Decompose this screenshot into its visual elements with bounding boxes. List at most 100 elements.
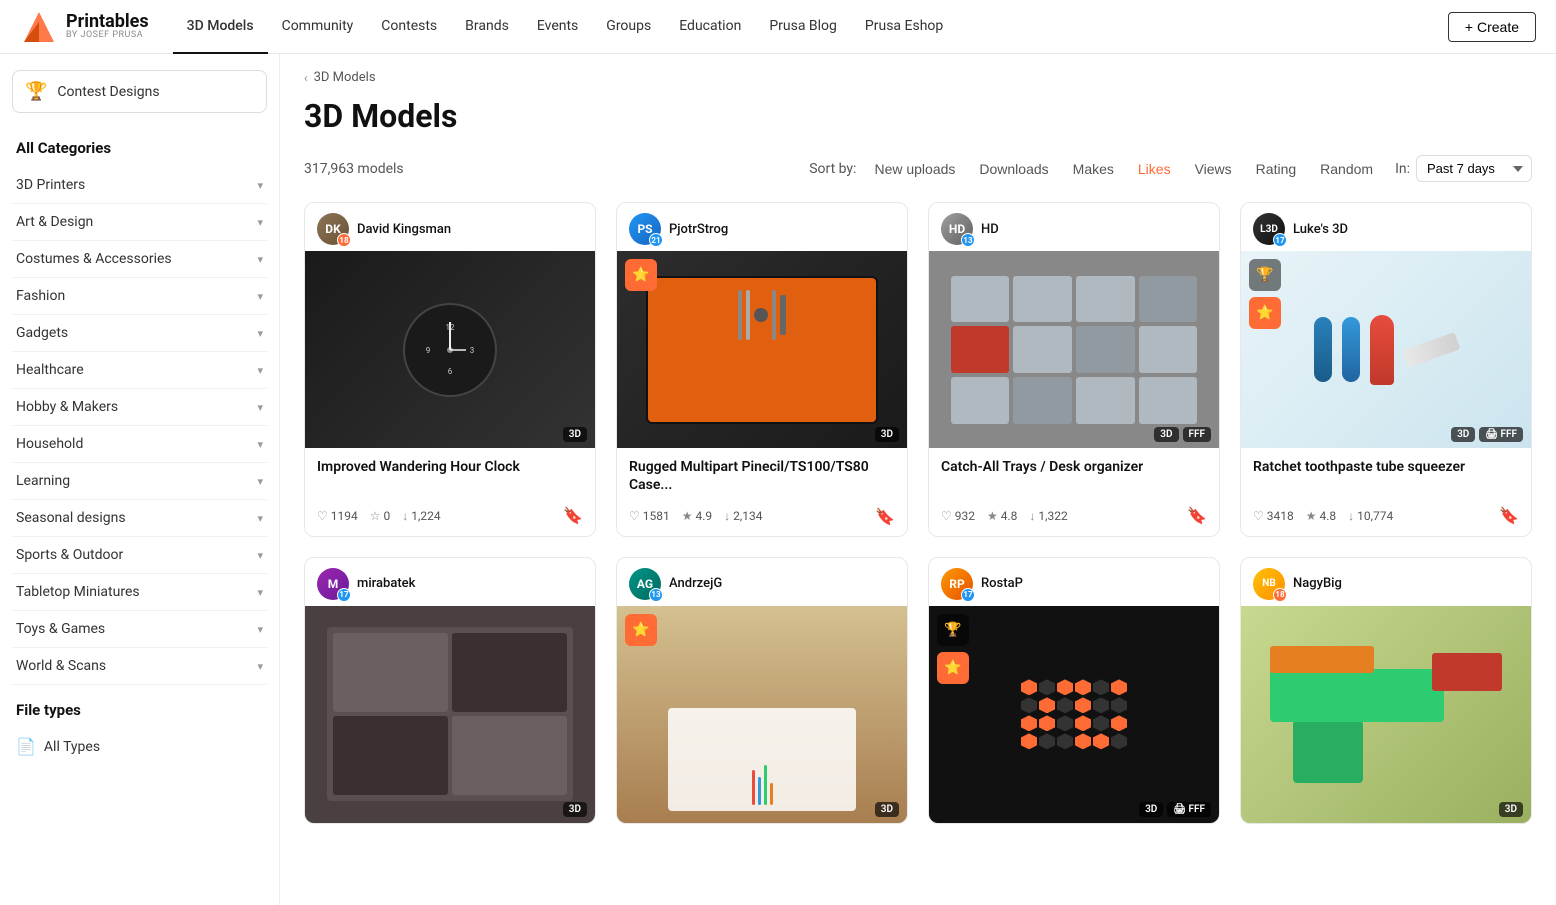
file-types-heading: File types <box>12 685 267 729</box>
model-card[interactable]: DK 18 David Kingsman 12 6 9 <box>304 202 596 537</box>
all-types-item[interactable]: 📄 All Types <box>12 729 267 764</box>
card-image: 12 6 9 3 3D <box>305 251 595 448</box>
model-card[interactable]: PS 21 PjotrStrog <box>616 202 908 537</box>
chevron-down-icon: ▾ <box>257 327 263 340</box>
category-label: Seasonal designs <box>16 510 126 526</box>
bookmark-button[interactable]: 🔖 <box>1499 506 1519 525</box>
star-icon: ★ <box>1306 509 1317 523</box>
breadcrumb[interactable]: ‹ 3D Models <box>304 70 1532 85</box>
category-sports[interactable]: Sports & Outdoor ▾ <box>12 537 267 574</box>
create-button[interactable]: + Create <box>1448 12 1536 42</box>
model-card[interactable]: RP 17 RostaP <box>928 557 1220 825</box>
card-header: AG 13 AndrzejG <box>617 558 907 606</box>
likes-stat: ♡1194 <box>317 509 358 523</box>
chevron-down-icon: ▾ <box>257 475 263 488</box>
sort-random[interactable]: Random <box>1310 157 1383 181</box>
card-title: Rugged Multipart Pinecil/TS100/TS80 Case… <box>629 458 895 494</box>
stars-stat: ☆0 <box>370 509 391 523</box>
category-household[interactable]: Household ▾ <box>12 426 267 463</box>
nav-item-contests[interactable]: Contests <box>367 0 451 54</box>
logo[interactable]: Printables BY JOSEF PRUSA <box>20 8 149 46</box>
avatar: M 17 <box>317 568 349 600</box>
avatar: PS 21 <box>629 213 661 245</box>
category-world[interactable]: World & Scans ▾ <box>12 648 267 685</box>
nav-item-prusaeshop[interactable]: Prusa Eshop <box>851 0 957 54</box>
category-fashion[interactable]: Fashion ▾ <box>12 278 267 315</box>
nav-item-groups[interactable]: Groups <box>592 0 665 54</box>
sort-likes[interactable]: Likes <box>1128 157 1181 181</box>
card-image: ⭐ 3D <box>617 606 907 824</box>
format-badge: 3D <box>875 802 899 817</box>
sort-rating[interactable]: Rating <box>1246 157 1306 181</box>
breadcrumb-link: 3D Models <box>314 70 376 85</box>
nav-item-events[interactable]: Events <box>523 0 592 54</box>
category-seasonal[interactable]: Seasonal designs ▾ <box>12 500 267 537</box>
nav-item-brands[interactable]: Brands <box>451 0 523 54</box>
nav-item-education[interactable]: Education <box>665 0 755 54</box>
category-artdesign[interactable]: Art & Design ▾ <box>12 204 267 241</box>
category-costumes[interactable]: Costumes & Accessories ▾ <box>12 241 267 278</box>
category-hobby[interactable]: Hobby & Makers ▾ <box>12 389 267 426</box>
format-badge: 3D <box>875 427 899 442</box>
chevron-down-icon: ▾ <box>257 549 263 562</box>
badge-row: 3D <box>563 802 587 817</box>
author-name: mirabatek <box>357 576 415 591</box>
category-tabletop[interactable]: Tabletop Miniatures ▾ <box>12 574 267 611</box>
nav-item-prusablog[interactable]: Prusa Blog <box>755 0 851 54</box>
card-body: Ratchet toothpaste tube squeezer <box>1241 448 1531 498</box>
card-body: Catch-All Trays / Desk organizer <box>929 448 1219 498</box>
main-content: ‹ 3D Models 3D Models 317,963 models Sor… <box>280 54 1556 905</box>
likes-stat: ♡1581 <box>629 509 670 523</box>
header-actions: + Create <box>1448 12 1536 42</box>
all-categories-heading: All Categories <box>12 133 267 167</box>
in-label: In: <box>1395 161 1410 177</box>
chevron-down-icon: ▾ <box>257 401 263 414</box>
logo-name: Printables <box>66 12 149 32</box>
category-gadgets[interactable]: Gadgets ▾ <box>12 315 267 352</box>
chevron-down-icon: ▾ <box>257 512 263 525</box>
category-label: Tabletop Miniatures <box>16 584 140 600</box>
sort-makes[interactable]: Makes <box>1063 157 1124 181</box>
sort-new-uploads[interactable]: New uploads <box>864 157 965 181</box>
contest-designs-link[interactable]: 🏆 Contest Designs <box>12 70 267 113</box>
model-card[interactable]: HD 13 HD <box>928 202 1220 537</box>
card-title: Catch-All Trays / Desk organizer <box>941 458 1207 494</box>
sort-options: New uploads Downloads Makes Likes Views … <box>864 157 1383 181</box>
category-label: Hobby & Makers <box>16 399 118 415</box>
format-badge-fff: 🖨 FFF <box>1167 802 1211 817</box>
category-toys[interactable]: Toys & Games ▾ <box>12 611 267 648</box>
card-stats: ♡932 ★4.8 ↓1,322 🔖 <box>929 498 1219 535</box>
heart-icon: ♡ <box>1253 509 1264 523</box>
avatar: L3D 17 <box>1253 213 1285 245</box>
chevron-down-icon: ▾ <box>257 438 263 451</box>
model-card[interactable]: L3D 17 Luke's 3D 🏆 ⭐ <box>1240 202 1532 537</box>
sort-downloads[interactable]: Downloads <box>969 157 1058 181</box>
sidebar: 🏆 Contest Designs All Categories 3D Prin… <box>0 54 280 905</box>
model-card[interactable]: M 17 mirabatek 3D <box>304 557 596 825</box>
category-label: Healthcare <box>16 362 84 378</box>
format-badge: 3D <box>1451 427 1475 442</box>
sort-views[interactable]: Views <box>1185 157 1242 181</box>
all-types-label: All Types <box>44 739 100 755</box>
bookmark-button[interactable]: 🔖 <box>875 507 895 526</box>
nav-item-community[interactable]: Community <box>268 0 368 54</box>
category-3dprinters[interactable]: 3D Printers ▾ <box>12 167 267 204</box>
star-icon: ★ <box>987 509 998 523</box>
card-image: ⭐ 3D <box>617 251 907 448</box>
period-select[interactable]: Past 7 days Past 30 days All time <box>1416 155 1532 182</box>
category-healthcare[interactable]: Healthcare ▾ <box>12 352 267 389</box>
model-card[interactable]: AG 13 AndrzejG ⭐ <box>616 557 908 825</box>
avatar: NB 18 <box>1253 568 1285 600</box>
downloads-stat: ↓1,224 <box>402 509 440 523</box>
main-nav: 3D Models Community Contests Brands Even… <box>173 0 1448 54</box>
nav-item-3dmodels[interactable]: 3D Models <box>173 0 268 54</box>
category-learning[interactable]: Learning ▾ <box>12 463 267 500</box>
badge-row: 3D <box>875 802 899 817</box>
card-body: Improved Wandering Hour Clock <box>305 448 595 498</box>
model-card[interactable]: NB 18 NagyBig <box>1240 557 1532 825</box>
bookmark-button[interactable]: 🔖 <box>563 506 583 525</box>
card-stats: ♡3418 ★4.8 ↓10,774 🔖 <box>1241 498 1531 535</box>
card-image: 🏆 ⭐ 3D 🖨 FFF <box>929 606 1219 824</box>
bookmark-button[interactable]: 🔖 <box>1187 506 1207 525</box>
avatar-badge: 21 <box>649 233 663 247</box>
